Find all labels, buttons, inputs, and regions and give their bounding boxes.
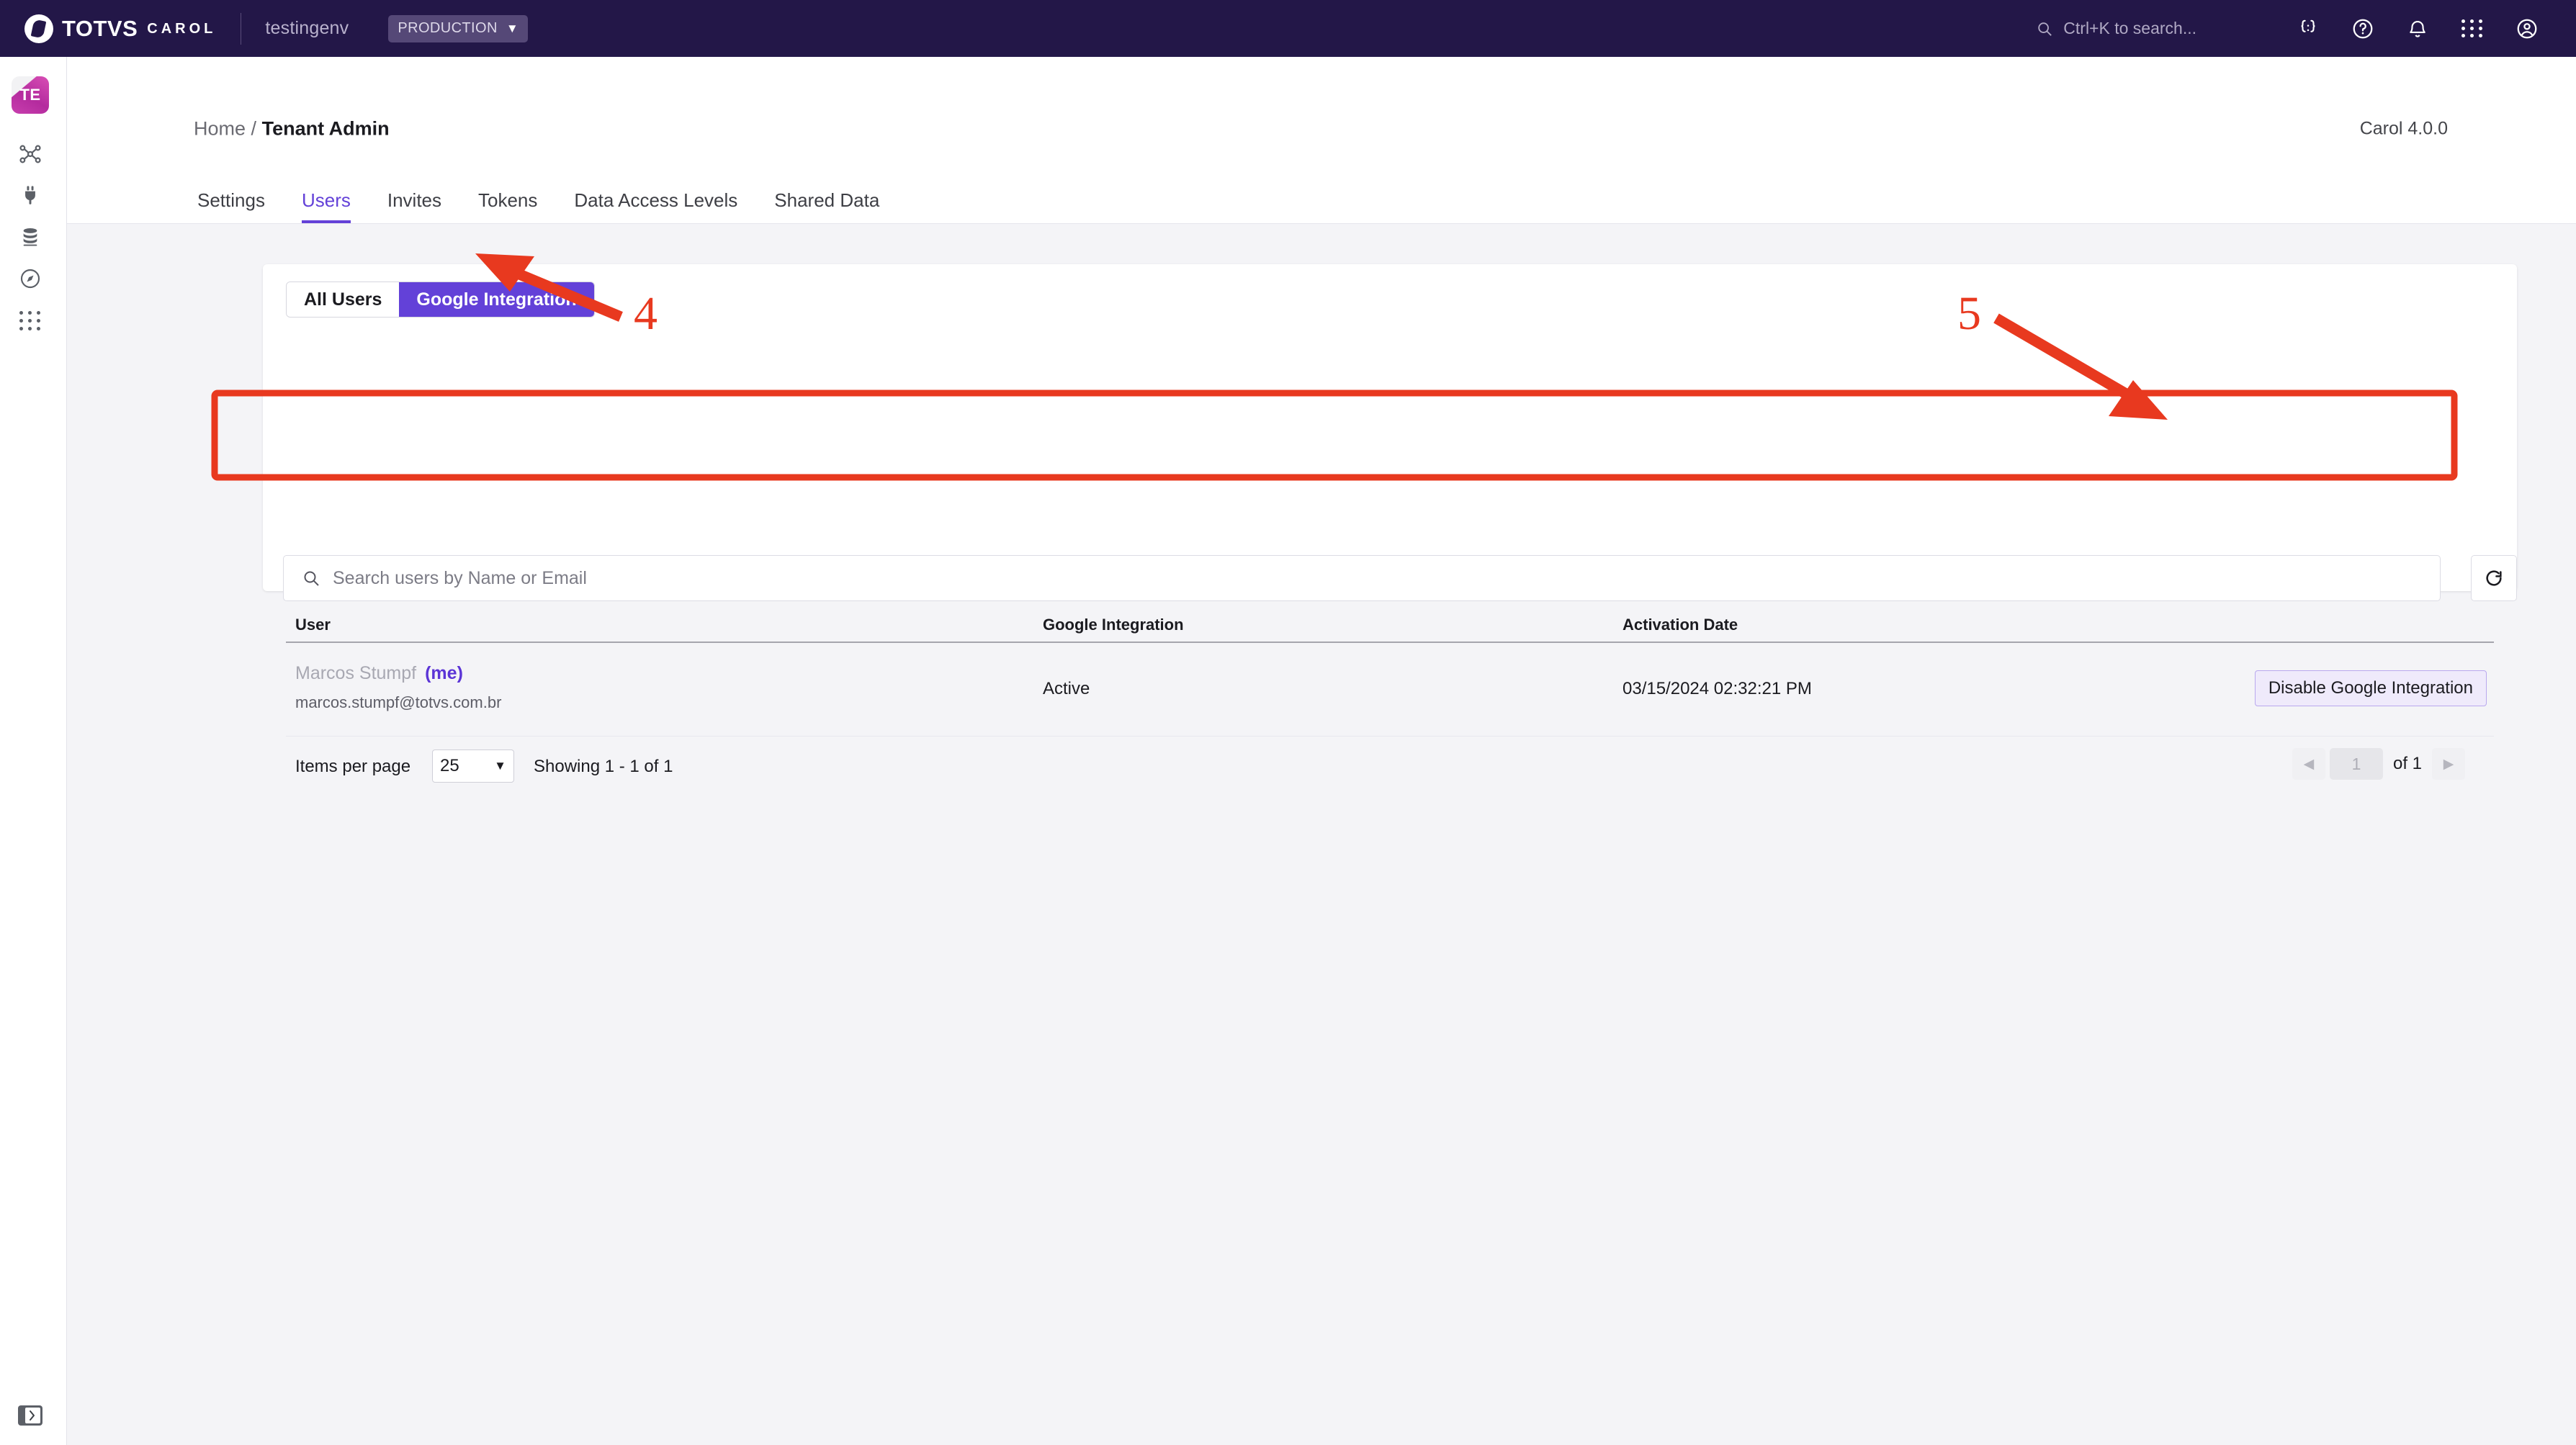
total-pages-label: of 1	[2392, 754, 2422, 773]
user-account-icon[interactable]	[2508, 10, 2546, 48]
page-content: Home / Tenant Admin Carol 4.0.0 Settings…	[67, 57, 2576, 1445]
network-graph-icon	[19, 145, 41, 163]
breadcrumb-home-link[interactable]: Home	[194, 118, 246, 140]
chevron-down-icon: ▼	[506, 22, 519, 35]
disable-google-integration-button[interactable]: Disable Google Integration	[2254, 670, 2487, 706]
search-input-placeholder: Search users by Name or Email	[333, 567, 587, 588]
brand-secondary-text: CAROL	[147, 20, 217, 37]
refresh-icon	[2486, 570, 2502, 586]
apps-grid-dots	[2461, 19, 2484, 37]
column-header-activation-date: Activation Date	[1623, 616, 1738, 634]
topbar-actions: Ctrl+K to search...	[2037, 10, 2546, 48]
sidebar-item-apps[interactable]	[12, 302, 49, 339]
column-header-user: User	[295, 616, 331, 634]
items-per-page-value: 25	[440, 756, 459, 775]
help-circle-icon[interactable]	[2344, 10, 2382, 48]
breadcrumb: Home / Tenant Admin	[194, 118, 390, 140]
sidebar-item-data[interactable]	[12, 218, 49, 256]
cell-activation-date: 03/15/2024 02:32:21 PM	[1623, 679, 1812, 698]
user-name-text: Marcos Stumpf	[295, 663, 417, 683]
tab-invites[interactable]: Invites	[387, 189, 441, 223]
items-per-page-select[interactable]: 25 ▼	[432, 749, 514, 783]
sidebar-item-connectors[interactable]	[12, 176, 49, 214]
annotation-step-5-label: 5	[1957, 287, 1981, 340]
environment-name: testingenv	[265, 18, 349, 38]
tenant-avatar[interactable]: TE	[12, 76, 49, 114]
cell-integration-status: Active	[1043, 679, 1090, 698]
search-input[interactable]: Search users by Name or Email	[283, 555, 2441, 601]
environment-chip-label: PRODUCTION	[398, 20, 498, 36]
annotation-step-4-label: 4	[634, 287, 658, 340]
next-page-button[interactable]: ▶	[2432, 748, 2465, 780]
page-header	[67, 57, 2576, 181]
top-navigation-bar: TOTVS CAROL testingenv PRODUCTION ▼ Ctrl…	[0, 0, 2576, 57]
database-stack-icon	[23, 228, 37, 246]
plug-icon	[25, 186, 35, 204]
pagination-controls: ◀ 1 of 1 ▶	[2292, 748, 2465, 780]
tenant-initials: TE	[19, 86, 41, 104]
totvs-logo-icon	[24, 14, 53, 43]
user-view-toggle-group: All Users Google Integration	[286, 282, 595, 318]
version-label: Carol 4.0.0	[2359, 118, 2448, 139]
column-header-google-integration: Google Integration	[1043, 616, 1184, 634]
sidebar-toggle-button[interactable]	[17, 1405, 43, 1426]
sidebar-item-pipelines[interactable]	[12, 135, 49, 173]
apps-grid-icon[interactable]	[2454, 10, 2491, 48]
compass-icon	[20, 269, 40, 289]
tab-users[interactable]: Users	[301, 189, 351, 223]
cell-user-email: marcos.stumpf@totvs.com.br	[295, 693, 502, 711]
search-icon	[304, 571, 319, 586]
panel-expand-icon	[18, 1405, 42, 1426]
showing-range-label: Showing 1 - 1 of 1	[534, 757, 673, 776]
environment-selector[interactable]: PRODUCTION ▼	[388, 14, 529, 42]
table-header-row: User Google Integration Activation Date	[286, 616, 2494, 643]
code-braces-icon[interactable]	[2289, 10, 2327, 48]
previous-page-button[interactable]: ◀	[2292, 748, 2325, 780]
items-per-page-label: Items per page	[295, 757, 411, 776]
global-search-button[interactable]: Ctrl+K to search...	[2037, 19, 2196, 38]
page-tabs: Settings Users Invites Tokens Data Acces…	[67, 181, 2576, 224]
refresh-button[interactable]	[2471, 555, 2517, 601]
brand-primary-text: TOTVS	[62, 16, 138, 41]
tab-shared-data[interactable]: Shared Data	[774, 189, 879, 223]
notification-bell-icon[interactable]	[2399, 10, 2436, 48]
page-title: Tenant Admin	[261, 117, 390, 140]
global-search-placeholder: Ctrl+K to search...	[2063, 19, 2196, 37]
chevron-down-icon: ▼	[494, 759, 506, 773]
left-sidebar: TE	[0, 57, 67, 1445]
sidebar-item-explore[interactable]	[12, 260, 49, 297]
table-row: Marcos Stumpf (me) marcos.stumpf@totvs.co…	[286, 649, 2494, 737]
apps-grid-dots-icon	[19, 310, 41, 330]
cell-user-name: Marcos Stumpf (me)	[295, 663, 463, 684]
page-number-input[interactable]: 1	[2329, 748, 2383, 780]
tab-data-access-levels[interactable]: Data Access Levels	[574, 189, 737, 223]
toggle-google-integration[interactable]: Google Integration	[399, 282, 594, 317]
toggle-all-users[interactable]: All Users	[287, 282, 400, 317]
search-icon	[2038, 22, 2052, 36]
tab-settings[interactable]: Settings	[197, 189, 265, 223]
user-me-tag: (me)	[425, 663, 463, 683]
users-card: All Users Google Integration Search user…	[263, 264, 2517, 783]
breadcrumb-separator: /	[251, 117, 257, 140]
tab-tokens[interactable]: Tokens	[478, 189, 537, 223]
brand-logo[interactable]: TOTVS CAROL	[24, 14, 216, 43]
table-footer: Items per page 25 ▼ Showing 1 - 1 of 1 ◀…	[286, 748, 2494, 788]
